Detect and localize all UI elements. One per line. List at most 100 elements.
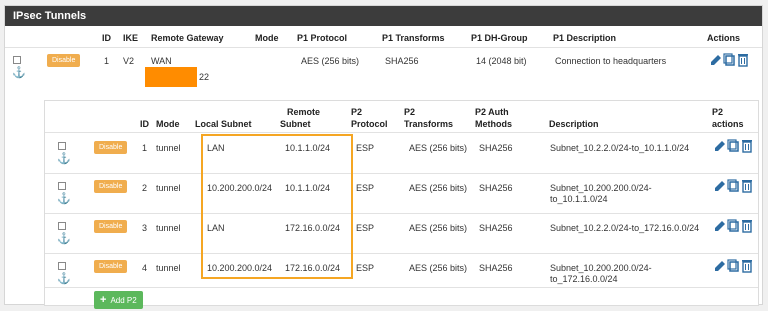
p1-description: Connection to headquarters xyxy=(555,56,667,66)
p2-row-checkbox[interactable] xyxy=(58,222,66,230)
pencil-icon[interactable] xyxy=(715,141,725,151)
p2-col-transforms-header-2: Transforms xyxy=(404,119,454,129)
col-ike-header: IKE xyxy=(123,33,139,43)
p2-actions xyxy=(715,259,752,273)
p2-description: Subnet_10.200.200.0/24- xyxy=(550,263,652,273)
p2-row-checkbox[interactable] xyxy=(58,142,66,150)
panel-title: IPsec Tunnels xyxy=(5,6,762,26)
p2-protocol: ESP xyxy=(356,263,375,273)
p2-id: 3 xyxy=(142,223,148,233)
p1-protocol: AES (256 bits) xyxy=(301,56,360,66)
p2-col-protocol-header-1: P2 xyxy=(351,107,363,117)
p2-col-local-header: Local Subnet xyxy=(195,119,252,129)
p2-disable-button[interactable]: Disable xyxy=(94,260,128,273)
p2-row-checkbox[interactable] xyxy=(58,182,66,190)
p2-row-checkbox[interactable] xyxy=(58,262,66,270)
copy-icon[interactable] xyxy=(723,53,735,66)
plus-icon: + xyxy=(100,294,107,306)
row-divider xyxy=(45,287,758,288)
col-p1-description-header: P1 Description xyxy=(553,33,617,43)
p2-col-description-header: Description xyxy=(549,119,599,129)
p2-col-mode-header: Mode xyxy=(156,119,180,129)
anchor-icon[interactable]: ⚓ xyxy=(12,68,26,79)
redacted-gateway-address xyxy=(145,67,197,87)
row-divider xyxy=(45,173,758,174)
p1-gateway-port: 22 xyxy=(199,72,210,82)
p2-id: 2 xyxy=(142,183,148,193)
p1-transforms: SHA256 xyxy=(385,56,419,66)
copy-icon[interactable] xyxy=(727,139,739,152)
trash-icon[interactable] xyxy=(742,140,752,153)
row-divider xyxy=(45,213,758,214)
anchor-icon[interactable]: ⚓ xyxy=(57,274,71,285)
p1-header-divider xyxy=(5,47,762,48)
trash-icon[interactable] xyxy=(742,180,752,193)
p1-disable-button[interactable]: Disable xyxy=(47,54,81,67)
add-p2-label: Add P2 xyxy=(110,296,137,305)
p2-header-divider xyxy=(45,132,758,133)
trash-icon[interactable] xyxy=(742,220,752,233)
p2-col-auth-header-2: Methods xyxy=(475,119,512,129)
p2-col-remote-header-1: Remote xyxy=(287,107,321,117)
p1-dhgroup: 14 (2048 bit) xyxy=(476,56,527,66)
col-actions-header: Actions xyxy=(707,33,741,43)
p2-mode: tunnel xyxy=(156,143,181,153)
p2-protocol: ESP xyxy=(356,223,375,233)
p2-auth: SHA256 xyxy=(479,223,513,233)
col-p1-dhgroup-header: P1 DH-Group xyxy=(471,33,528,43)
p2-col-actions-header-2: actions xyxy=(712,119,744,129)
p2-description: Subnet_10.200.200.0/24- xyxy=(550,183,652,193)
p2-disable-button[interactable]: Disable xyxy=(94,220,128,233)
p2-transforms: AES (256 bits) xyxy=(409,223,468,233)
p2-disable-button[interactable]: Disable xyxy=(94,141,128,154)
row-divider xyxy=(45,253,758,254)
p2-mode: tunnel xyxy=(156,223,181,233)
p2-disable-button[interactable]: Disable xyxy=(94,180,128,193)
pencil-icon[interactable] xyxy=(715,221,725,231)
ipsec-tunnels-panel: IPsec Tunnels ID IKE Remote Gateway Mode… xyxy=(4,5,763,309)
p2-protocol: ESP xyxy=(356,143,375,153)
p2-description: Subnet_10.2.2.0/24-to_10.1.1.0/24 xyxy=(550,143,690,153)
col-p1-transforms-header: P1 Transforms xyxy=(382,33,445,43)
subnet-highlight xyxy=(201,134,353,279)
anchor-icon[interactable]: ⚓ xyxy=(57,234,71,245)
pencil-icon[interactable] xyxy=(711,55,721,65)
copy-icon[interactable] xyxy=(727,259,739,272)
anchor-icon[interactable]: ⚓ xyxy=(57,194,71,205)
trash-icon[interactable] xyxy=(738,54,748,67)
p2-actions xyxy=(715,139,752,153)
add-p2-button[interactable]: + Add P2 xyxy=(94,291,143,309)
p2-col-auth-header-1: P2 Auth xyxy=(475,107,509,117)
p2-auth: SHA256 xyxy=(479,263,513,273)
p2-id: 1 xyxy=(142,143,148,153)
p2-description-cont: to_10.1.1.0/24 xyxy=(550,194,608,204)
p2-col-protocol-header-2: Protocol xyxy=(351,119,388,129)
p1-ike: V2 xyxy=(123,56,135,66)
copy-icon[interactable] xyxy=(727,179,739,192)
p2-mode: tunnel xyxy=(156,263,181,273)
p2-auth: SHA256 xyxy=(479,183,513,193)
pencil-icon[interactable] xyxy=(715,181,725,191)
p1-actions xyxy=(711,53,748,67)
col-id-header: ID xyxy=(102,33,111,43)
p1-row-checkbox[interactable] xyxy=(13,56,21,64)
p2-col-actions-header-1: P2 xyxy=(712,107,724,117)
p2-auth: SHA256 xyxy=(479,143,513,153)
p1-gateway: WAN xyxy=(151,56,172,66)
pencil-icon[interactable] xyxy=(715,261,725,271)
col-mode-header: Mode xyxy=(255,33,279,43)
copy-icon[interactable] xyxy=(727,219,739,232)
p2-col-remote-header-2: Subnet xyxy=(280,119,311,129)
trash-icon[interactable] xyxy=(742,260,752,273)
p2-protocol: ESP xyxy=(356,183,375,193)
p2-actions xyxy=(715,179,752,193)
p2-col-id-header: ID xyxy=(140,119,149,129)
p2-transforms: AES (256 bits) xyxy=(409,263,468,273)
col-gateway-header: Remote Gateway xyxy=(151,33,224,43)
col-p1-protocol-header: P1 Protocol xyxy=(297,33,348,43)
p1-id: 1 xyxy=(104,56,110,66)
p2-id: 4 xyxy=(142,263,148,273)
p2-transforms: AES (256 bits) xyxy=(409,183,468,193)
p2-description-cont: to_172.16.0.0/24 xyxy=(550,274,618,284)
anchor-icon[interactable]: ⚓ xyxy=(57,154,71,165)
